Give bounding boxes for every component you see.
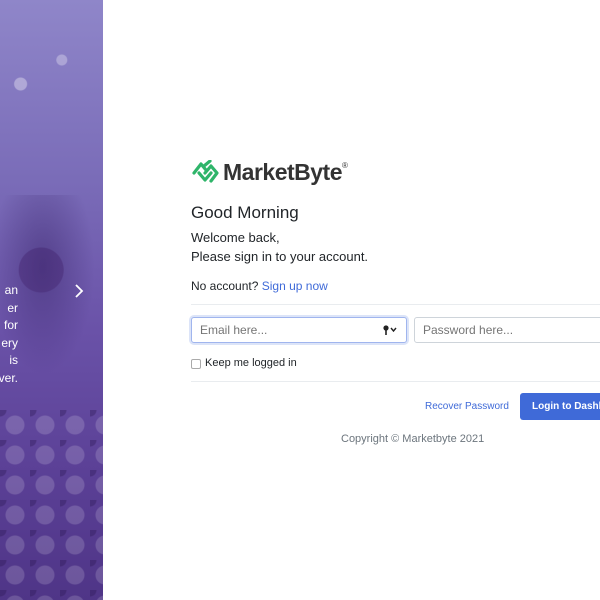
brand-logo: MarketByte ® <box>191 159 348 186</box>
registered-mark: ® <box>342 161 348 170</box>
welcome-text: Welcome back, Please sign in to your acc… <box>191 228 368 266</box>
welcome-line-2: Please sign in to your account. <box>191 249 369 264</box>
password-manager-key-icon[interactable] <box>382 324 398 336</box>
promo-background-tiles <box>0 410 103 600</box>
login-button[interactable]: Login to Dashboard <box>520 393 600 420</box>
greeting-title: Good Morning <box>191 203 299 222</box>
divider <box>191 381 600 382</box>
divider <box>191 304 600 305</box>
marketbyte-logo-icon <box>192 159 219 183</box>
keep-logged-in-label[interactable]: Keep me logged in <box>205 357 297 369</box>
signup-link[interactable]: Sign up now <box>262 279 328 293</box>
promo-panel: ng an er for ery is ver. <box>0 0 103 600</box>
recover-password-link[interactable]: Recover Password <box>425 401 509 412</box>
brand-name: MarketByte <box>223 159 343 185</box>
copyright-text: Copyright © Marketbyte 2021 <box>341 433 485 445</box>
chevron-right-icon[interactable] <box>71 283 87 299</box>
password-field[interactable] <box>414 317 600 343</box>
signup-prompt: No account? Sign up now <box>191 279 328 293</box>
welcome-line-1: Welcome back, <box>191 230 280 245</box>
keep-logged-in-checkbox[interactable] <box>191 359 201 369</box>
email-field[interactable] <box>191 317 407 343</box>
no-account-label: No account? <box>191 279 259 293</box>
